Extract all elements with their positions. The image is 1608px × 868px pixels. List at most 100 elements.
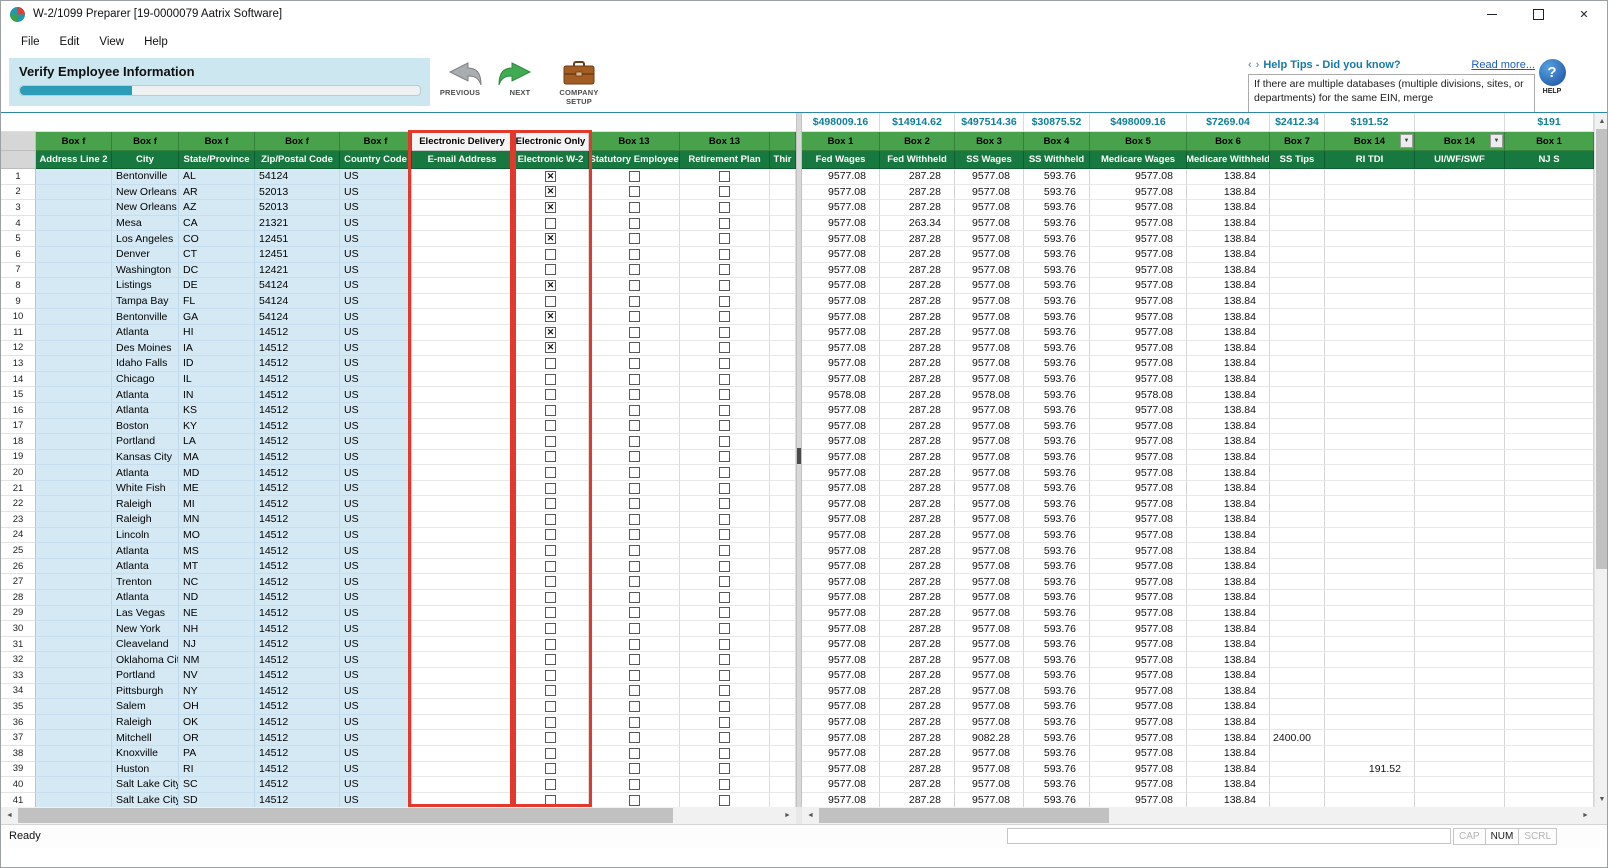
cell-ss-withheld[interactable]: 593.76 <box>1024 668 1090 684</box>
cell-city[interactable]: Salem <box>112 699 179 715</box>
checkbox-electronic-w2-cell[interactable] <box>513 294 589 310</box>
cell-medicare-withheld[interactable]: 138.84 <box>1187 559 1270 575</box>
checkbox-retirement-plan[interactable] <box>719 763 730 774</box>
cell-email-address[interactable] <box>412 434 513 450</box>
column-header[interactable]: Box 4 <box>1024 132 1090 151</box>
row-number[interactable]: 4 <box>1 216 36 232</box>
cell-city[interactable]: Listings <box>112 278 179 294</box>
cell-medicare-wages[interactable]: 9577.08 <box>1090 216 1187 232</box>
cell-city[interactable]: Oklahoma City <box>112 652 179 668</box>
cell-zip-postal-code[interactable]: 14512 <box>255 403 340 419</box>
cell-third-party-sick-pay[interactable] <box>770 294 796 310</box>
cell-country-code[interactable]: US <box>340 528 412 544</box>
cell-ss-tips[interactable] <box>1270 231 1325 247</box>
cell-medicare-wages[interactable]: 9577.08 <box>1090 496 1187 512</box>
cell-email-address[interactable] <box>412 621 513 637</box>
cell-fed-withheld[interactable]: 287.28 <box>880 668 955 684</box>
checkbox-electronic-w2[interactable] <box>545 405 556 416</box>
checkbox-retirement-plan[interactable] <box>719 171 730 182</box>
checkbox-statutory-employee[interactable] <box>629 701 640 712</box>
cell-zip-postal-code[interactable]: 14512 <box>255 715 340 731</box>
cell-ss-wages[interactable]: 9577.08 <box>955 450 1024 466</box>
cell-nj[interactable] <box>1505 496 1594 512</box>
cell-ui-wf-swf[interactable] <box>1415 341 1505 357</box>
cell-country-code[interactable]: US <box>340 325 412 341</box>
chevron-down-icon[interactable]: ▼ <box>1400 134 1413 148</box>
cell-ss-withheld[interactable]: 593.76 <box>1024 512 1090 528</box>
cell-fed-withheld[interactable]: 287.28 <box>880 231 955 247</box>
cell-medicare-wages[interactable]: 9577.08 <box>1090 403 1187 419</box>
cell-state-province[interactable]: ND <box>179 590 255 606</box>
cell-fed-withheld[interactable]: 287.28 <box>880 419 955 435</box>
cell-ss-tips[interactable] <box>1270 325 1325 341</box>
checkbox-statutory-employee-cell[interactable] <box>589 200 680 216</box>
column-header[interactable]: Box f <box>36 132 112 151</box>
cell-nj[interactable] <box>1505 231 1594 247</box>
cell-medicare-withheld[interactable]: 138.84 <box>1187 185 1270 201</box>
cell-ss-wages[interactable]: 9577.08 <box>955 543 1024 559</box>
cell-zip-postal-code[interactable]: 14512 <box>255 793 340 807</box>
cell-fed-withheld[interactable]: 287.28 <box>880 403 955 419</box>
cell-state-province[interactable]: CO <box>179 231 255 247</box>
cell-ss-tips[interactable] <box>1270 341 1325 357</box>
cell-country-code[interactable]: US <box>340 341 412 357</box>
cell-zip-postal-code[interactable]: 14512 <box>255 668 340 684</box>
checkbox-retirement-plan[interactable] <box>719 264 730 275</box>
checkbox-retirement-plan-cell[interactable] <box>680 637 770 653</box>
cell-medicare-withheld[interactable]: 138.84 <box>1187 450 1270 466</box>
checkbox-electronic-w2-cell[interactable] <box>513 434 589 450</box>
cell-third-party-sick-pay[interactable] <box>770 730 796 746</box>
cell-email-address[interactable] <box>412 231 513 247</box>
checkbox-statutory-employee-cell[interactable] <box>589 793 680 807</box>
cell-ss-wages[interactable]: 9577.08 <box>955 793 1024 807</box>
checkbox-electronic-w2-cell[interactable] <box>513 496 589 512</box>
row-number[interactable]: 36 <box>1 715 36 731</box>
checkbox-statutory-employee[interactable] <box>629 639 640 650</box>
checkbox-retirement-plan[interactable] <box>719 342 730 353</box>
cell-zip-postal-code[interactable]: 14512 <box>255 590 340 606</box>
cell-zip-postal-code[interactable]: 52013 <box>255 185 340 201</box>
checkbox-statutory-employee-cell[interactable] <box>589 216 680 232</box>
cell-email-address[interactable] <box>412 590 513 606</box>
cell-fed-withheld[interactable]: 287.28 <box>880 434 955 450</box>
row-number[interactable]: 27 <box>1 574 36 590</box>
column-header[interactable] <box>770 132 796 151</box>
checkbox-electronic-w2[interactable] <box>545 264 556 275</box>
cell-city[interactable]: Kansas City <box>112 450 179 466</box>
cell-ss-tips[interactable] <box>1270 278 1325 294</box>
cell-ui-wf-swf[interactable] <box>1415 263 1505 279</box>
cell-medicare-wages[interactable]: 9577.08 <box>1090 793 1187 807</box>
checkbox-retirement-plan-cell[interactable] <box>680 216 770 232</box>
cell-zip-postal-code[interactable]: 14512 <box>255 606 340 622</box>
close-button[interactable]: ✕ <box>1561 1 1607 27</box>
cell-third-party-sick-pay[interactable] <box>770 684 796 700</box>
checkbox-electronic-w2-cell[interactable]: ✕ <box>513 325 589 341</box>
cell-third-party-sick-pay[interactable] <box>770 169 796 185</box>
cell-ri-tdi[interactable] <box>1325 574 1415 590</box>
checkbox-retirement-plan[interactable] <box>719 358 730 369</box>
cell-medicare-withheld[interactable]: 138.84 <box>1187 200 1270 216</box>
cell-state-province[interactable]: NM <box>179 652 255 668</box>
checkbox-retirement-plan-cell[interactable] <box>680 309 770 325</box>
cell-fed-withheld[interactable]: 287.28 <box>880 590 955 606</box>
cell-city[interactable]: Portland <box>112 434 179 450</box>
row-number[interactable]: 20 <box>1 465 36 481</box>
cell-ss-tips[interactable] <box>1270 169 1325 185</box>
cell-medicare-withheld[interactable]: 138.84 <box>1187 294 1270 310</box>
cell-city[interactable]: Lincoln <box>112 528 179 544</box>
checkbox-statutory-employee[interactable] <box>629 717 640 728</box>
cell-medicare-wages[interactable]: 9577.08 <box>1090 278 1187 294</box>
cell-ss-wages[interactable]: 9577.08 <box>955 637 1024 653</box>
cell-address-line-2[interactable] <box>36 309 112 325</box>
cell-third-party-sick-pay[interactable] <box>770 793 796 807</box>
checkbox-electronic-w2-cell[interactable] <box>513 637 589 653</box>
cell-address-line-2[interactable] <box>36 496 112 512</box>
cell-fed-withheld[interactable]: 287.28 <box>880 263 955 279</box>
cell-country-code[interactable]: US <box>340 715 412 731</box>
cell-ri-tdi[interactable] <box>1325 715 1415 731</box>
cell-country-code[interactable]: US <box>340 559 412 575</box>
checkbox-electronic-w2[interactable] <box>545 483 556 494</box>
checkbox-electronic-w2[interactable]: ✕ <box>545 233 556 244</box>
checkbox-statutory-employee-cell[interactable] <box>589 684 680 700</box>
checkbox-retirement-plan[interactable] <box>719 732 730 743</box>
